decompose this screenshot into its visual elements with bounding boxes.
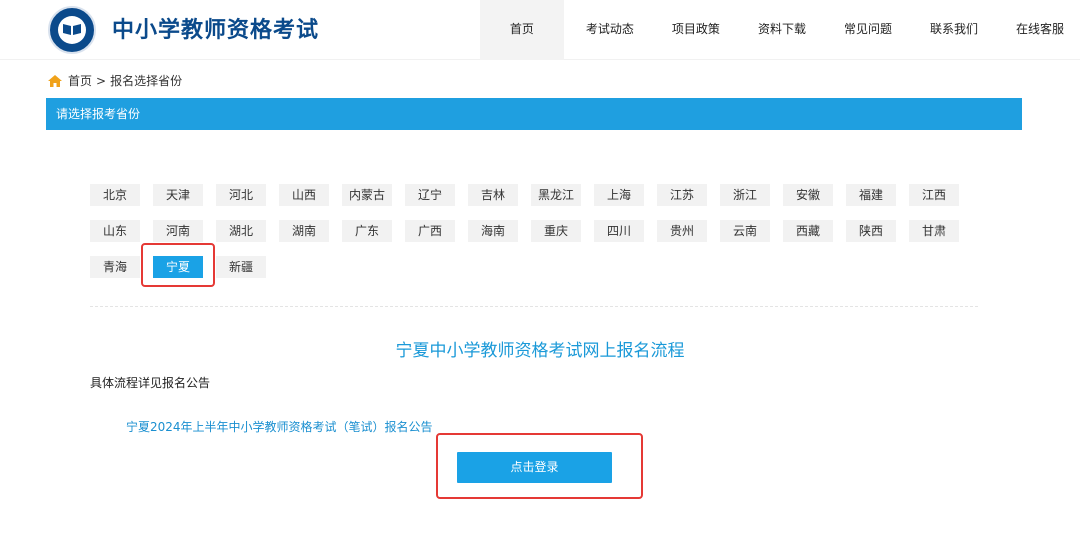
login-button[interactable]: 点击登录 xyxy=(457,452,612,483)
divider xyxy=(90,306,978,307)
nav-item-exam-news[interactable]: 考试动态 xyxy=(570,0,650,60)
province-button[interactable]: 山西 xyxy=(279,184,329,206)
province-button[interactable]: 重庆 xyxy=(531,220,581,242)
province-button[interactable]: 湖北 xyxy=(216,220,266,242)
province-button[interactable]: 江苏 xyxy=(657,184,708,206)
breadcrumb: 首页 > 报名选择省份 xyxy=(48,72,182,89)
province-button[interactable]: 上海 xyxy=(594,184,645,206)
notice-link[interactable]: 宁夏2024年上半年中小学教师资格考试（笔试）报名公告 xyxy=(126,418,433,435)
nav-item-online-service[interactable]: 在线客服 xyxy=(1000,0,1080,60)
breadcrumb-home[interactable]: 首页 xyxy=(68,72,92,89)
nav-item-contact[interactable]: 联系我们 xyxy=(914,0,994,60)
main-nav: 首页 考试动态 项目政策 资料下载 常见问题 联系我们 在线客服 xyxy=(474,0,1080,60)
province-button[interactable]: 海南 xyxy=(468,220,518,242)
breadcrumb-current: 报名选择省份 xyxy=(110,74,183,88)
province-button[interactable]: 宁夏 xyxy=(153,256,203,278)
site-title: 中小学教师资格考试 xyxy=(112,18,320,43)
province-button[interactable]: 河南 xyxy=(153,220,203,242)
province-button[interactable]: 湖南 xyxy=(279,220,329,242)
province-button[interactable]: 辽宁 xyxy=(405,184,456,206)
province-button[interactable]: 天津 xyxy=(153,184,203,206)
province-button[interactable]: 内蒙古 xyxy=(342,184,393,206)
home-icon xyxy=(48,74,62,87)
province-row: 北京 天津 河北 山西 内蒙古 辽宁 吉林 黑龙江 上海 江苏 浙江 安徽 福建 江西 xyxy=(90,184,990,206)
site-header: 中小学教师资格考试 首页 考试动态 项目政策 资料下载 常见问题 联系我们 在线… xyxy=(0,0,1080,60)
province-row: 青海 宁夏 新疆 xyxy=(90,256,990,278)
province-button[interactable]: 广东 xyxy=(342,220,392,242)
section-title-bar: 请选择报考省份 xyxy=(46,98,1022,130)
nav-item-faq[interactable]: 常见问题 xyxy=(828,0,908,60)
province-button[interactable]: 青海 xyxy=(90,256,140,278)
breadcrumb-separator: > xyxy=(96,73,107,88)
province-button[interactable]: 贵州 xyxy=(657,220,707,242)
province-button[interactable]: 河北 xyxy=(216,184,266,206)
province-button[interactable]: 吉林 xyxy=(468,184,519,206)
province-button[interactable]: 浙江 xyxy=(720,184,771,206)
province-grid: 北京 天津 河北 山西 内蒙古 辽宁 吉林 黑龙江 上海 江苏 浙江 安徽 福建 江西 山东 河南 湖北 湖南 广东… xyxy=(90,184,990,292)
province-button[interactable]: 广西 xyxy=(405,220,455,242)
province-button[interactable]: 云南 xyxy=(720,220,770,242)
province-button[interactable]: 福建 xyxy=(846,184,897,206)
province-button[interactable]: 西藏 xyxy=(783,220,833,242)
nav-item-downloads[interactable]: 资料下载 xyxy=(742,0,822,60)
province-button[interactable]: 江西 xyxy=(909,184,960,206)
flow-title: 宁夏中小学教师资格考试网上报名流程 xyxy=(395,341,685,361)
province-button[interactable]: 四川 xyxy=(594,220,644,242)
flow-subtitle: 具体流程详见报名公告 xyxy=(90,376,211,390)
province-button[interactable]: 甘肃 xyxy=(909,220,959,242)
nav-item-home[interactable]: 首页 xyxy=(479,0,564,60)
province-button[interactable]: 山东 xyxy=(90,220,140,242)
site-logo[interactable] xyxy=(48,6,96,54)
nav-item-policy[interactable]: 项目政策 xyxy=(656,0,736,60)
province-button[interactable]: 安徽 xyxy=(783,184,834,206)
province-button[interactable]: 新疆 xyxy=(216,256,266,278)
province-button[interactable]: 陕西 xyxy=(846,220,896,242)
province-row: 山东 河南 湖北 湖南 广东 广西 海南 重庆 四川 贵州 云南 西藏 陕西 甘肃 xyxy=(90,220,990,242)
section-title: 请选择报考省份 xyxy=(56,107,141,121)
province-button[interactable]: 北京 xyxy=(90,184,140,206)
book-icon xyxy=(63,24,81,35)
province-button[interactable]: 黑龙江 xyxy=(531,184,582,206)
